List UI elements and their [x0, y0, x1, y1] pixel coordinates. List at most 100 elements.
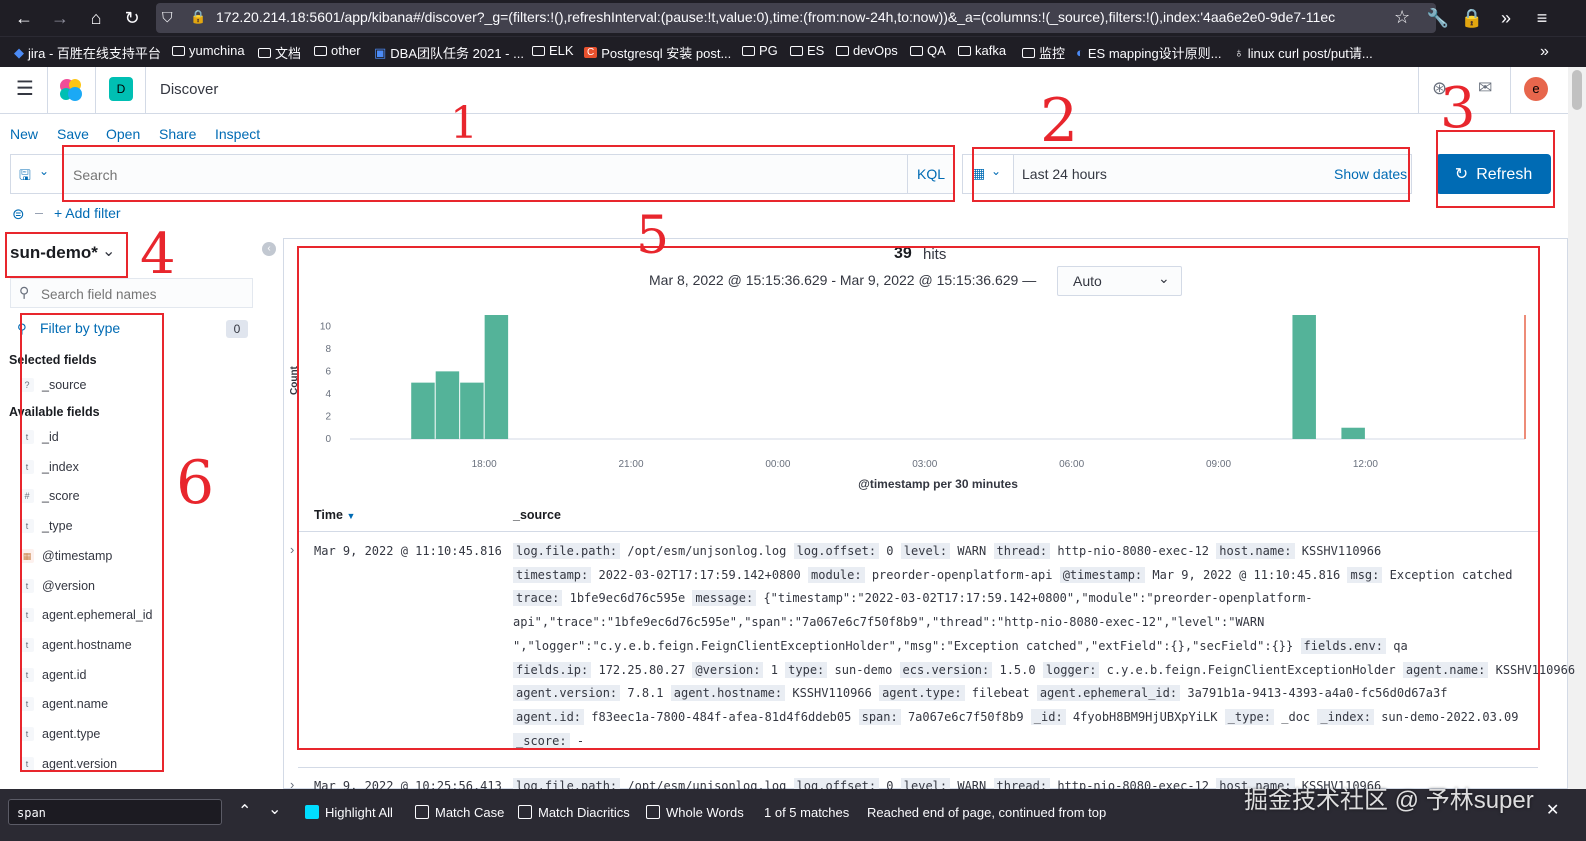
- nav-open[interactable]: Open: [106, 126, 140, 142]
- bookmark-postgresql[interactable]: C Postgresql 安装 post...: [584, 43, 731, 62]
- bookmark-kafka[interactable]: kafka: [958, 43, 1006, 58]
- highlight-all-checkbox[interactable]: Highlight All: [305, 805, 393, 820]
- close-findbar-icon[interactable]: ✕: [1546, 800, 1559, 820]
- jira-icon: ◆: [14, 44, 24, 60]
- bookmark-monitor[interactable]: 监控: [1022, 43, 1065, 62]
- nav-save[interactable]: Save: [57, 126, 89, 142]
- bookmark-dba-tasks[interactable]: ▣ DBA团队任务 2021 - ...: [374, 43, 524, 62]
- bookmark-linux-curl[interactable]: ♁ linux curl post/put请...: [1234, 43, 1373, 62]
- find-input[interactable]: [15, 804, 215, 822]
- whole-words-checkbox[interactable]: Whole Words: [646, 805, 744, 820]
- site-icon: ▣: [374, 44, 387, 60]
- divider: [95, 67, 96, 113]
- divider: [47, 67, 48, 113]
- filter-options-icon[interactable]: ⊜: [12, 205, 25, 223]
- add-filter-link[interactable]: + Add filter: [54, 205, 121, 221]
- annotation-box-5: [297, 246, 1540, 750]
- annotation-box-2: [972, 147, 1410, 202]
- bookmark-other[interactable]: other: [314, 43, 361, 58]
- annotation-number-3: 3: [1440, 76, 1476, 141]
- shield-icon[interactable]: ⛉: [162, 9, 173, 26]
- find-status: Reached end of page, continued from top: [867, 805, 1107, 820]
- annotation-number-4: 4: [140, 222, 176, 287]
- menu-icon[interactable]: ≡: [1530, 6, 1554, 30]
- kibana-header: ☰ D Discover ⊛ ✉ e: [0, 67, 1568, 114]
- bookmark-jira[interactable]: ◆ jira - 百胜在线支持平台: [14, 43, 161, 62]
- checkbox-checked-icon: [305, 805, 319, 819]
- save-disk-icon: 🖫: [19, 167, 31, 183]
- url-text[interactable]: 172.20.214.18:5601/app/kibana#/discover?…: [216, 9, 1376, 25]
- back-arrow-icon[interactable]: ←: [12, 6, 36, 30]
- bookmarks-bar: ◆ jira - 百胜在线支持平台 yumchina 文档 other ▣ DBA团…: [0, 36, 1586, 67]
- user-avatar[interactable]: e: [1524, 77, 1548, 101]
- find-next-icon[interactable]: ⌄: [268, 799, 281, 819]
- scrollbar-thumb[interactable]: [1572, 70, 1582, 110]
- bookmark-es-mapping[interactable]: ◐ ES mapping设计原则...: [1076, 43, 1222, 62]
- more-bookmarks-icon[interactable]: »: [1540, 43, 1549, 61]
- lock-warning-icon[interactable]: 🔒: [190, 9, 206, 25]
- annotation-box-1: [62, 145, 955, 202]
- collapse-sidebar-icon[interactable]: ‹: [262, 242, 276, 256]
- bookmark-devops[interactable]: devOps: [836, 43, 898, 58]
- annotation-number-1: 1: [450, 98, 478, 149]
- annotation-number-6: 6: [176, 448, 215, 518]
- bookmark-yumchina[interactable]: yumchina: [172, 43, 245, 58]
- divider: [35, 213, 43, 214]
- annotation-number-5: 5: [636, 206, 670, 266]
- expand-row-icon[interactable]: ›: [290, 542, 294, 557]
- home-icon[interactable]: ⌂: [84, 6, 108, 30]
- nav-share[interactable]: Share: [159, 126, 196, 142]
- folder-icon: [742, 45, 755, 56]
- divider: [1510, 67, 1511, 113]
- overflow-chevrons-icon[interactable]: »: [1494, 6, 1518, 30]
- folder-icon: [1022, 47, 1035, 58]
- folder-icon: [314, 45, 327, 56]
- match-diacritics-checkbox[interactable]: Match Diacritics: [518, 805, 630, 820]
- bookmark-elk[interactable]: ELK: [532, 43, 574, 58]
- site-icon: ♁: [1234, 45, 1244, 60]
- folder-icon: [258, 47, 271, 58]
- annotation-box-3: [1436, 130, 1555, 208]
- annotation-number-2: 2: [1040, 86, 1079, 156]
- nav-new[interactable]: New: [10, 126, 38, 142]
- bookmark-qa[interactable]: QA: [910, 43, 946, 58]
- bookmark-star-icon[interactable]: ☆: [1394, 7, 1410, 28]
- divider: [145, 67, 146, 113]
- url-bar[interactable]: ⛉ 🔒 172.20.214.18:5601/app/kibana#/disco…: [156, 3, 1436, 33]
- folder-icon: [532, 45, 545, 56]
- find-input-box: [8, 799, 222, 825]
- bookmark-docs[interactable]: 文档: [258, 43, 301, 62]
- row-divider: [298, 767, 1538, 769]
- newsfeed-mail-icon[interactable]: ✉: [1478, 78, 1492, 98]
- folder-icon: [836, 45, 849, 56]
- csdn-icon: C: [584, 47, 598, 58]
- bookmark-es[interactable]: ES: [790, 43, 824, 58]
- folder-icon: [790, 45, 803, 56]
- padlock-icon[interactable]: 🔒: [1460, 6, 1484, 30]
- folder-icon: [958, 45, 971, 56]
- reload-icon[interactable]: ↻: [120, 6, 144, 30]
- checkbox-icon: [646, 805, 660, 819]
- hamburger-menu-icon[interactable]: ☰: [16, 79, 34, 99]
- annotation-box-4: [5, 232, 128, 278]
- site-icon: ◐: [1076, 45, 1084, 60]
- search-icon: ⚲: [19, 284, 30, 300]
- filter-count-badge: 0: [226, 320, 248, 338]
- watermark: 掘金技术社区 @ 予林super: [1244, 787, 1534, 814]
- saved-query-button[interactable]: 🖫 ⌄: [11, 155, 64, 193]
- space-avatar[interactable]: D: [109, 77, 133, 101]
- page-scrollbar[interactable]: [1568, 67, 1586, 789]
- checkbox-icon: [415, 805, 429, 819]
- folder-icon: [172, 45, 185, 56]
- wrench-icon[interactable]: 🔧: [1426, 6, 1450, 30]
- breadcrumb-discover: Discover: [160, 81, 219, 98]
- folder-icon: [910, 45, 923, 56]
- forward-arrow-icon[interactable]: →: [48, 6, 72, 30]
- checkbox-icon: [518, 805, 532, 819]
- find-previous-icon[interactable]: ⌃: [238, 801, 251, 821]
- kibana-logo-icon[interactable]: [58, 77, 84, 103]
- divider: [1418, 67, 1419, 113]
- nav-inspect[interactable]: Inspect: [215, 126, 260, 142]
- bookmark-pg[interactable]: PG: [742, 43, 778, 58]
- match-case-checkbox[interactable]: Match Case: [415, 805, 504, 820]
